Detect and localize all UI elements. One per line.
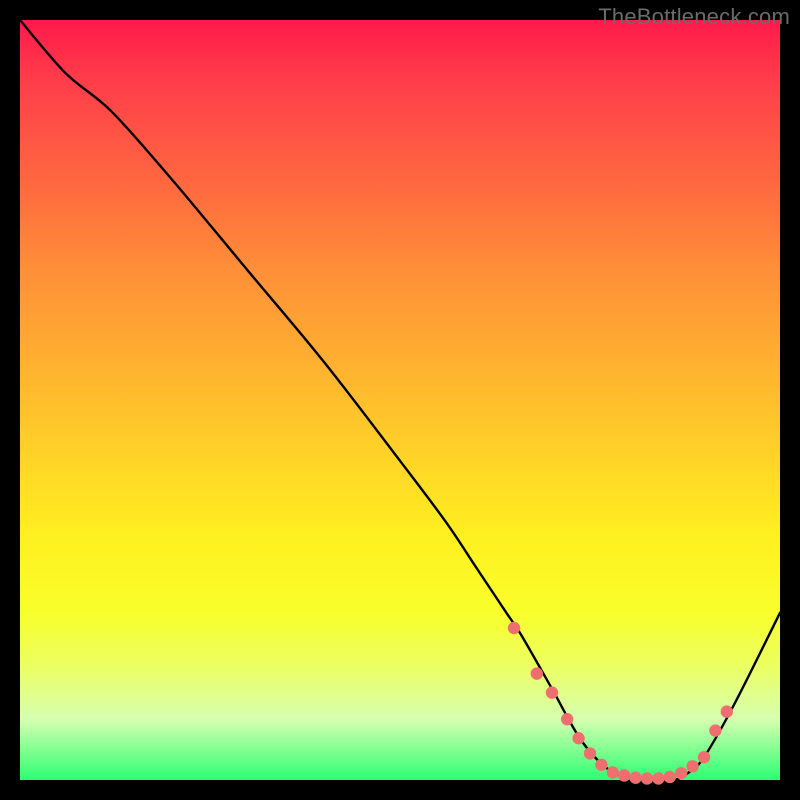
marker-dot [508,622,520,634]
marker-dot [595,759,607,771]
marker-dot [561,713,573,725]
bottleneck-curve [20,20,780,781]
marker-dot [664,771,676,783]
chart-frame: TheBottleneck.com [0,0,800,800]
chart-svg [20,20,780,780]
marker-dot [607,766,619,778]
marker-dot [652,772,664,784]
marker-dot [572,732,584,744]
marker-dot [698,751,710,763]
marker-dot [584,747,596,759]
marker-dot [721,705,733,717]
marker-dot [546,686,558,698]
marker-dot [686,760,698,772]
marker-dot [531,667,543,679]
marker-dot [618,769,630,781]
marker-dot [709,724,721,736]
plot-area [20,20,780,780]
marker-dot [675,767,687,779]
marker-group [508,622,733,785]
marker-dot [641,772,653,784]
marker-dot [629,772,641,784]
watermark-label: TheBottleneck.com [598,4,790,30]
